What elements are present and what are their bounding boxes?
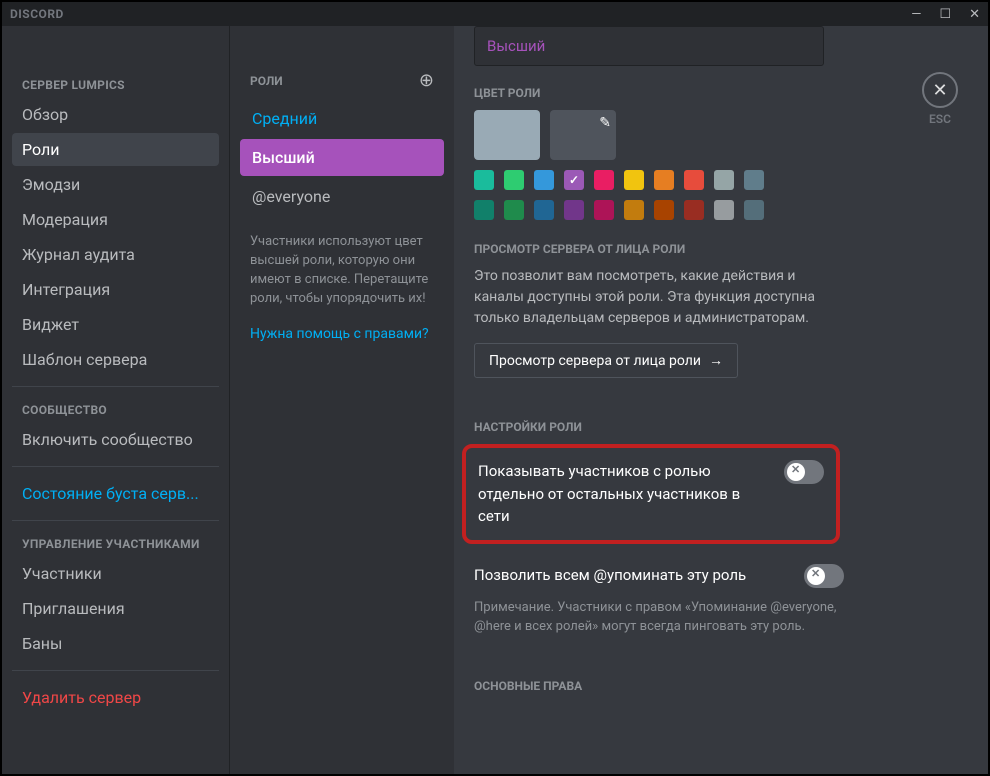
close-label: ESC [922, 112, 958, 126]
view-as-role-label: ПРОСМОТР СЕРВЕРА ОТ ЛИЦА РОЛИ [474, 242, 854, 256]
allow-mention-row: Позволить всем @упоминать эту роль [474, 558, 844, 594]
divider [12, 670, 219, 671]
color-grid [474, 170, 854, 220]
window-controls: — ☐ ✕ [911, 7, 980, 22]
color-swatch[interactable] [474, 170, 494, 190]
role-item-everyone[interactable]: @everyone [240, 178, 444, 215]
sidebar-item-boost-status[interactable]: Состояние буста серв... [12, 477, 219, 510]
role-settings-label: НАСТРОЙКИ РОЛИ [474, 420, 854, 434]
sidebar-item-members[interactable]: Участники [12, 557, 219, 590]
eyedropper-icon: ✎ [599, 115, 611, 131]
color-swatch[interactable] [714, 200, 734, 220]
sidebar-item-roles[interactable]: Роли [12, 133, 219, 166]
color-swatch[interactable] [714, 170, 734, 190]
settings-sidebar: СЕРВЕР LUMPICS Обзор Роли Эмодзи Модерац… [2, 26, 229, 774]
default-color-swatch[interactable] [474, 110, 540, 160]
titlebar: DISCORD — ☐ ✕ [2, 2, 988, 26]
custom-color-picker[interactable]: ✎ [550, 110, 616, 160]
titlebar-brand: DISCORD [10, 7, 64, 21]
roles-header: РОЛИ [250, 74, 283, 88]
color-swatch[interactable] [504, 170, 524, 190]
sidebar-item-enable-community[interactable]: Включить сообщество [12, 423, 219, 456]
allow-mention-label: Позволить всем @упоминать эту роль [474, 564, 788, 587]
view-as-role-button-label: Просмотр сервера от лица роли [489, 353, 701, 369]
display-separately-row: Показывать участников с ролью отдельно о… [462, 444, 840, 544]
view-as-role-help: Это позволит вам посмотреть, какие дейст… [474, 266, 844, 329]
sidebar-item-invites[interactable]: Приглашения [12, 592, 219, 625]
community-section-header: СООБЩЕСТВО [12, 397, 219, 423]
color-swatch[interactable] [744, 170, 764, 190]
role-item-vysshiy[interactable]: Высший [240, 139, 444, 176]
close-icon[interactable]: ✕ [922, 72, 958, 108]
sidebar-item-overview[interactable]: Обзор [12, 98, 219, 131]
color-swatch[interactable] [594, 170, 614, 190]
color-swatch[interactable] [624, 170, 644, 190]
allow-mention-toggle[interactable] [804, 564, 844, 588]
color-swatch[interactable] [564, 170, 584, 190]
sidebar-item-audit[interactable]: Журнал аудита [12, 238, 219, 271]
role-color-label: ЦВЕТ РОЛИ [474, 86, 854, 100]
minimize-button[interactable]: — [911, 7, 921, 22]
roles-drag-note: Участники используют цвет высшей роли, к… [240, 217, 444, 308]
close-settings[interactable]: ✕ ESC [922, 72, 958, 126]
color-swatch[interactable] [504, 200, 524, 220]
close-window-button[interactable]: ✕ [969, 7, 980, 22]
sidebar-item-emoji[interactable]: Эмодзи [12, 168, 219, 201]
color-swatch[interactable] [744, 200, 764, 220]
sidebar-item-bans[interactable]: Баны [12, 627, 219, 660]
view-as-role-button[interactable]: Просмотр сервера от лица роли → [474, 343, 738, 378]
display-separately-toggle[interactable] [784, 460, 824, 484]
sidebar-item-integration[interactable]: Интеграция [12, 273, 219, 306]
role-name-input[interactable]: Высший [474, 26, 824, 66]
server-section-header: СЕРВЕР LUMPICS [12, 72, 219, 98]
color-swatch[interactable] [534, 170, 554, 190]
color-swatch[interactable] [594, 200, 614, 220]
color-swatch[interactable] [684, 170, 704, 190]
maximize-button[interactable]: ☐ [939, 7, 951, 22]
core-rights-label: ОСНОВНЫЕ ПРАВА [474, 679, 854, 693]
roles-help-link[interactable]: Нужна помощь с правами? [240, 308, 444, 348]
members-section-header: УПРАВЛЕНИЕ УЧАСТНИКАМИ [12, 531, 219, 557]
sidebar-item-delete-server[interactable]: Удалить сервер [12, 681, 219, 714]
sidebar-item-template[interactable]: Шаблон сервера [12, 343, 219, 376]
color-swatch[interactable] [654, 170, 674, 190]
role-item-sredniy[interactable]: Средний [240, 100, 444, 137]
sidebar-item-moderation[interactable]: Модерация [12, 203, 219, 236]
divider [12, 466, 219, 467]
color-swatch[interactable] [564, 200, 584, 220]
roles-list-column: РОЛИ ⊕ Средний Высший @everyone Участник… [229, 26, 454, 774]
divider [12, 520, 219, 521]
sidebar-item-widget[interactable]: Виджет [12, 308, 219, 341]
display-separately-label: Показывать участников с ролью отдельно о… [478, 460, 768, 528]
color-swatch[interactable] [474, 200, 494, 220]
allow-mention-note: Примечание. Участники с правом «Упоминан… [474, 598, 844, 637]
color-swatch[interactable] [534, 200, 554, 220]
role-settings-main: ✕ ESC Высший ЦВЕТ РОЛИ ✎ ПРОСМОТР СЕРВЕР… [454, 26, 988, 774]
add-role-button[interactable]: ⊕ [419, 72, 434, 90]
color-swatch[interactable] [654, 200, 674, 220]
color-swatch[interactable] [684, 200, 704, 220]
divider [12, 386, 219, 387]
arrow-right-icon: → [709, 352, 723, 369]
color-swatch[interactable] [624, 200, 644, 220]
